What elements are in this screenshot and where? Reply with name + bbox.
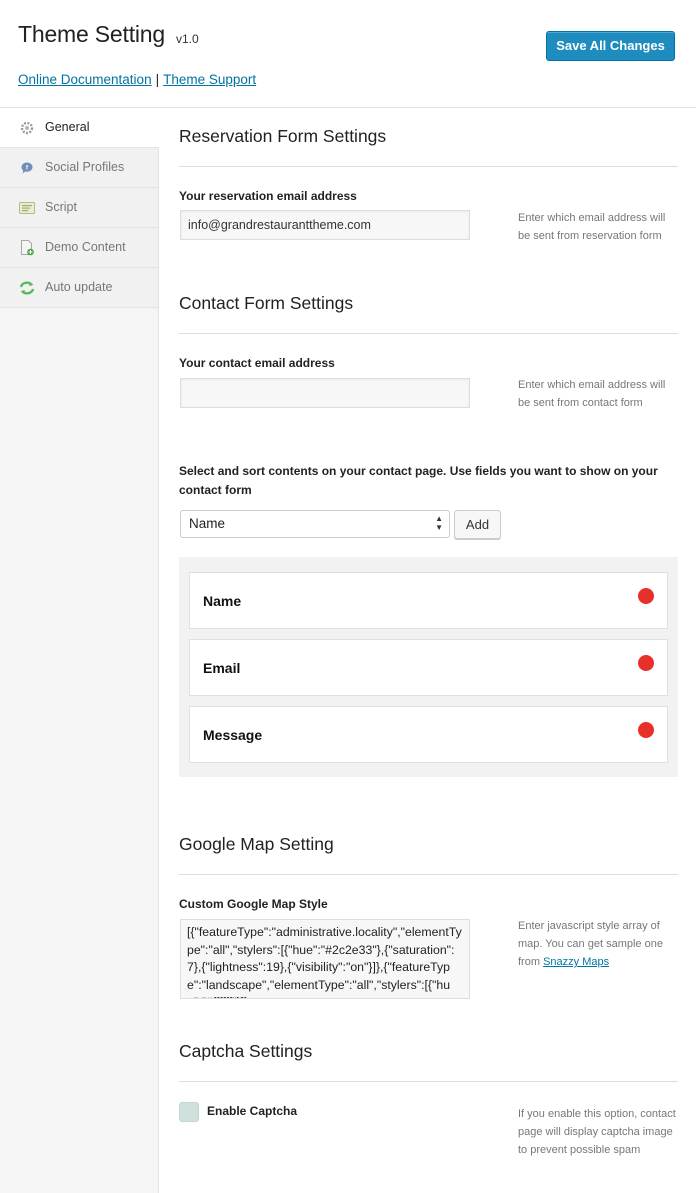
contact-email-help: Enter which email address will be sent f… [518,379,666,409]
contact-fields-description: Select and sort contents on your contact… [179,464,658,497]
sidebar-item-label: Social Profiles [45,160,125,174]
demo-content-icon [19,240,35,256]
social-bubble-icon: f [19,160,35,176]
contact-email-label: Your contact email address [179,356,335,370]
map-style-textarea[interactable]: [{"featureType":"administrative.locality… [180,919,470,999]
add-field-button[interactable]: Add [454,510,501,539]
page-title: Theme Setting [18,21,165,47]
list-item[interactable]: Email [189,639,668,696]
contact-section-title: Contact Form Settings [179,293,354,313]
section-divider [179,166,678,167]
contact-field-select-value: Name [189,516,226,531]
online-documentation-link[interactable]: Online Documentation [18,72,152,87]
section-divider [179,333,678,334]
enable-captcha-label: Enable Captcha [207,1104,298,1118]
page-header: Theme Setting v1.0 Save All Changes Onli… [0,0,696,108]
version-label: v1.0 [176,32,199,46]
remove-field-icon[interactable] [638,588,654,604]
sidebar-item-social-profiles[interactable]: f Social Profiles [0,148,158,188]
sidebar-item-label: Demo Content [45,240,126,254]
map-style-label: Custom Google Map Style [179,897,328,911]
reservation-section-title: Reservation Form Settings [179,126,387,146]
section-divider [179,1081,678,1082]
sidebar: General f Social Profiles Script Demo Co… [0,108,159,1193]
sidebar-item-auto-update[interactable]: Auto update [0,268,158,308]
list-item[interactable]: Message [189,706,668,763]
contact-email-field[interactable] [180,378,470,408]
sidebar-item-label: General [45,120,90,134]
field-name: Email [203,660,241,676]
enable-captcha-checkbox[interactable] [179,1102,199,1122]
gear-icon [19,120,35,136]
contact-field-select[interactable]: Name ▲ ▼ [180,510,450,538]
reservation-email-field[interactable]: info@grandrestauranttheme.com [180,210,470,240]
sidebar-item-general[interactable]: General [0,108,159,148]
reservation-email-help: Enter which email address will be sent f… [518,212,666,242]
captcha-help: If you enable this option, contact page … [518,1108,676,1156]
contact-field-list: Name Email Message [179,557,678,777]
header-links: Online Documentation | Theme Support [18,72,256,87]
sidebar-item-script[interactable]: Script [0,188,158,228]
field-name: Message [203,727,263,743]
map-style-help: Enter javascript style array of map. You… [518,917,680,971]
remove-field-icon[interactable] [638,655,654,671]
sidebar-item-demo-content[interactable]: Demo Content [0,228,158,268]
sidebar-item-label: Script [45,200,77,214]
remove-field-icon[interactable] [638,722,654,738]
save-all-changes-button[interactable]: Save All Changes [546,31,675,61]
snazzy-maps-link[interactable]: Snazzy Maps [543,956,609,968]
select-arrows-icon: ▲ ▼ [435,514,443,532]
field-name: Name [203,593,242,609]
captcha-section-title: Captcha Settings [179,1041,313,1061]
auto-update-icon [19,280,35,296]
sidebar-item-label: Auto update [45,280,113,294]
map-section-title: Google Map Setting [179,834,334,854]
theme-support-link[interactable]: Theme Support [163,72,256,87]
list-item[interactable]: Name [189,572,668,629]
section-divider [179,874,678,875]
link-separator: | [155,72,160,87]
script-icon [19,200,35,216]
reservation-email-label: Your reservation email address [179,189,357,203]
